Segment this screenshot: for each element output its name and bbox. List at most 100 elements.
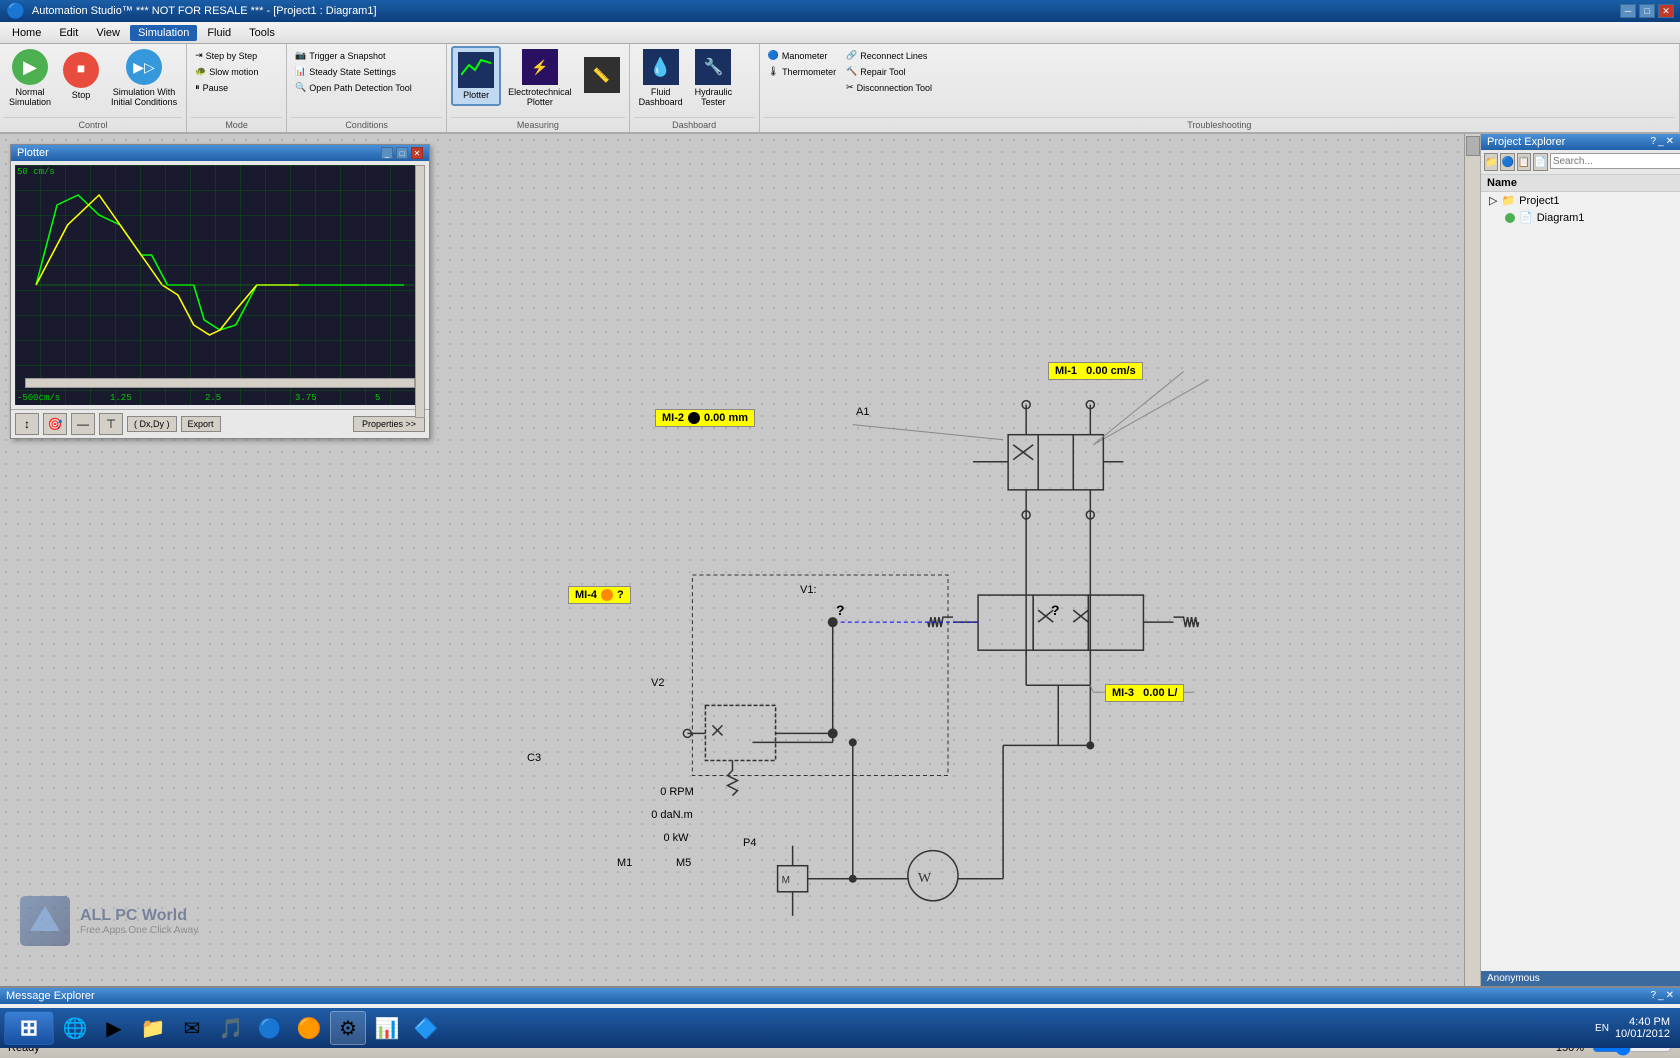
menu-edit[interactable]: Edit — [51, 25, 86, 41]
taskbar-app1-button[interactable]: 🔵 — [252, 1011, 288, 1045]
mi3-label: MI-3 0.00 L/ — [1105, 684, 1184, 702]
taskbar-explorer-button[interactable]: 📁 — [135, 1011, 171, 1045]
vscroll-thumb[interactable] — [1466, 136, 1480, 156]
fluid-dashboard-icon: 💧 — [643, 49, 679, 85]
pe-search-input[interactable] — [1550, 153, 1680, 169]
maximize-button[interactable]: □ — [1639, 4, 1655, 18]
mi2-dot — [688, 412, 700, 424]
fluid-dashboard-button[interactable]: 💧 Fluid Dashboard — [634, 46, 688, 110]
pe-green-dot — [1505, 213, 1515, 223]
taskbar-app3-button[interactable]: 🔷 — [408, 1011, 444, 1045]
pause-button[interactable]: ⏸ Pause — [191, 80, 262, 95]
control-group-label: Control — [4, 117, 182, 130]
taskbar-media-button[interactable]: ▶ — [96, 1011, 132, 1045]
plotter-tool-3[interactable]: — — [71, 413, 95, 435]
pe-tool-4[interactable]: 📄 — [1533, 153, 1547, 171]
pe-close-button[interactable]: ✕ — [1666, 136, 1674, 148]
trigger-snapshot-button[interactable]: 📷 Trigger a Snapshot — [291, 48, 416, 63]
mi1-label: MI-1 0.00 cm/s — [1048, 362, 1143, 380]
hydraulic-tester-button[interactable]: 🔧 Hydraulic Tester — [690, 46, 738, 110]
me-title: Message Explorer — [6, 990, 95, 1002]
plotter-window-controls[interactable]: _ □ ✕ — [381, 147, 423, 159]
minimize-button[interactable]: ─ — [1620, 4, 1636, 18]
ppt-icon: 📊 — [375, 1016, 400, 1041]
plotter-restore-button[interactable]: □ — [396, 147, 408, 159]
pe-item-diagram1[interactable]: 📄 Diagram1 — [1481, 209, 1680, 226]
menu-fluid[interactable]: Fluid — [199, 25, 239, 41]
step-by-step-button[interactable]: ⇥ Step by Step — [191, 48, 262, 63]
pe-diagram-icon: 📄 — [1519, 211, 1533, 224]
plotter-tool-1[interactable]: ↕ — [15, 413, 39, 435]
plotter-dxdy-button[interactable]: ( Dx,Dy ) — [127, 416, 177, 432]
titlebar-controls[interactable]: ─ □ ✕ — [1620, 4, 1674, 18]
menu-simulation[interactable]: Simulation — [130, 25, 197, 41]
start-button[interactable]: ⊞ — [4, 1011, 54, 1045]
simulation-with-ic-button[interactable]: ▶▷ Simulation With Initial Conditions — [106, 46, 182, 110]
menu-tools[interactable]: Tools — [241, 25, 283, 41]
hydraulic-tester-icon: 🔧 — [695, 49, 731, 85]
plotter-icon — [458, 52, 494, 88]
ie-icon: 🌐 — [63, 1016, 88, 1041]
reconnect-lines-button[interactable]: 🔗 Reconnect Lines — [842, 48, 936, 63]
pe-minimize-button[interactable]: _ — [1658, 136, 1664, 148]
plotter-properties-button[interactable]: Properties >> — [353, 416, 425, 432]
me-controls[interactable]: ? _ ✕ — [1650, 990, 1674, 1002]
menu-home[interactable]: Home — [4, 25, 49, 41]
pe-tool-3[interactable]: 📋 — [1517, 153, 1531, 171]
pe-item-project1[interactable]: ▷ 📁 Project1 — [1481, 192, 1680, 209]
electro-plotter-button[interactable]: ⚡ Electrotechnical Plotter — [503, 46, 577, 110]
pe-expand-icon: ▷ — [1489, 194, 1497, 207]
me-minimize-button[interactable]: _ — [1658, 990, 1664, 1002]
hydraulic-tester-label: Hydraulic Tester — [695, 87, 733, 107]
plotter-graph: 50 cm/s -50 cm/s 0 1.25 2.5 3.75 5 — [15, 165, 425, 405]
pe-tool-1[interactable]: 📁 — [1484, 153, 1498, 171]
plotter-window[interactable]: Plotter _ □ ✕ 50 cm/s -50 cm/s — [10, 144, 430, 439]
taskbar-ppt-button[interactable]: 📊 — [369, 1011, 405, 1045]
troubleshooting-group-label: Troubleshooting — [764, 117, 1675, 130]
plotter-hscroll[interactable] — [25, 378, 415, 388]
taskbar-mail-button[interactable]: ✉ — [174, 1011, 210, 1045]
canvas-area[interactable]: Plotter _ □ ✕ 50 cm/s -50 cm/s — [0, 134, 1480, 986]
me-titlebar: Message Explorer ? _ ✕ — [0, 988, 1680, 1004]
plotter-tool-2[interactable]: 🎯 — [43, 413, 67, 435]
tray-time: 4:40 PM — [1615, 1016, 1670, 1028]
repair-tool-button[interactable]: 🔨 Repair Tool — [842, 64, 936, 79]
open-path-button[interactable]: 🔍 Open Path Detection Tool — [291, 80, 416, 95]
pe-project-icon: 📁 — [1501, 194, 1515, 207]
plotter-close-button[interactable]: ✕ — [411, 147, 423, 159]
thermometer-label: Thermometer — [782, 67, 836, 77]
repair-tool-label: Repair Tool — [860, 67, 905, 77]
normal-simulation-button[interactable]: ▶ Normal Simulation — [4, 46, 56, 110]
plotter-vscroll[interactable] — [415, 165, 425, 418]
menu-view[interactable]: View — [88, 25, 128, 41]
taskbar-music-button[interactable]: 🎵 — [213, 1011, 249, 1045]
stop-button[interactable]: ⏹ Stop — [58, 46, 104, 106]
taskbar: ⊞ 🌐 ▶ 📁 ✉ 🎵 🔵 🟠 ⚙ 📊 🔷 EN 4:40 PM 10/01/2… — [0, 1008, 1680, 1048]
me-help-button[interactable]: ? — [1650, 990, 1656, 1002]
taskbar-app2-button[interactable]: 🟠 — [291, 1011, 327, 1045]
plotter-minimize-button[interactable]: _ — [381, 147, 393, 159]
disconnection-tool-button[interactable]: ✂ Disconnection Tool — [842, 80, 936, 95]
canvas-vscroll[interactable] — [1464, 134, 1480, 986]
play-icon: ▶ — [12, 49, 48, 85]
plotter-window-titlebar: Plotter _ □ ✕ — [11, 145, 429, 161]
steady-state-button[interactable]: 📊 Steady State Settings — [291, 64, 416, 79]
ribbon-group-mode: ⇥ Step by Step 🐢 Slow motion ⏸ Pause Mod… — [187, 44, 287, 132]
taskbar-automation-button[interactable]: ⚙ — [330, 1011, 366, 1045]
thermometer-button[interactable]: 🌡 Thermometer — [764, 64, 840, 79]
close-button[interactable]: ✕ — [1658, 4, 1674, 18]
pe-window-controls[interactable]: ? _ ✕ — [1650, 136, 1674, 148]
pe-tool-2[interactable]: 🔵 — [1500, 153, 1514, 171]
titlebar-title: Automation Studio™ *** NOT FOR RESALE **… — [32, 5, 377, 17]
steady-state-icon: 📊 — [295, 66, 306, 77]
plotter-tool-4[interactable]: ⊤ — [99, 413, 123, 435]
pe-toolbar: 📁 🔵 📋 📄 — [1481, 150, 1680, 175]
plotter-button[interactable]: Plotter — [451, 46, 501, 106]
me-close-button[interactable]: ✕ — [1666, 990, 1674, 1002]
manometer-button[interactable]: 🔵 Manometer — [764, 48, 840, 63]
plotter-export-button[interactable]: Export — [181, 416, 221, 432]
slow-motion-button[interactable]: 🐢 Slow motion — [191, 64, 262, 79]
measuring-extra-button[interactable]: 📏 — [579, 46, 625, 106]
taskbar-ie-button[interactable]: 🌐 — [57, 1011, 93, 1045]
pe-help-button[interactable]: ? — [1650, 136, 1656, 148]
